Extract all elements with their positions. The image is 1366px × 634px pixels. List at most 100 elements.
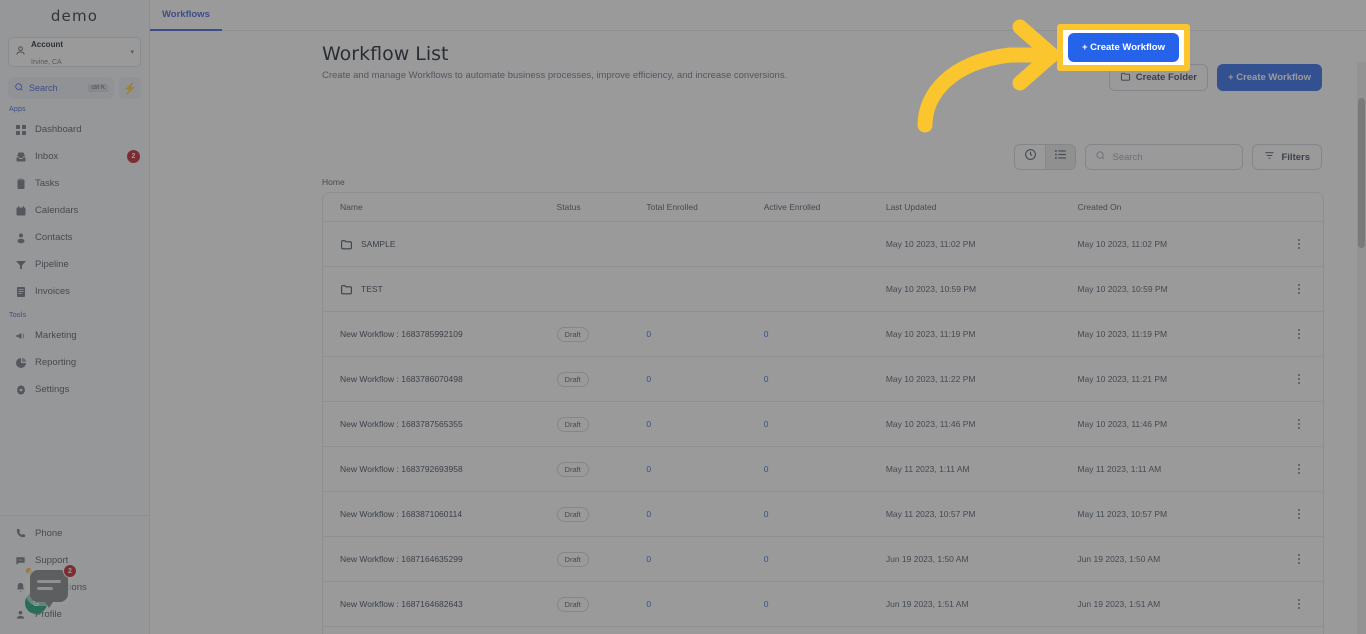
cell-row-menu[interactable] xyxy=(1275,446,1323,492)
sidebar-item-phone[interactable]: Phone xyxy=(0,520,149,547)
cell-active-enrolled: 0 xyxy=(763,401,886,447)
sidebar-search-input[interactable]: Search ctrl K xyxy=(8,77,114,99)
enrolled-count-link[interactable]: 0 xyxy=(764,464,769,474)
sidebar-item-reporting[interactable]: Reporting xyxy=(0,349,149,376)
more-options-icon[interactable] xyxy=(1275,554,1323,564)
more-options-icon[interactable] xyxy=(1275,374,1323,384)
enrolled-count-link[interactable]: 0 xyxy=(764,554,769,564)
more-options-icon[interactable] xyxy=(1275,509,1323,519)
cell-row-menu[interactable] xyxy=(1275,536,1323,582)
cell-total-enrolled xyxy=(646,266,764,312)
table-row[interactable]: New Workflow : 1683787565355 Draft 0 0 May 1… xyxy=(323,401,1323,447)
sidebar-item-label: Dashboard xyxy=(35,124,82,135)
table-row[interactable]: New Workflow : 1683792693958 Draft 0 0 May 1… xyxy=(323,446,1323,492)
cell-name[interactable]: TEST xyxy=(323,266,557,312)
table-row[interactable]: New Workflow : 1683786070498 Draft 0 0 May 1… xyxy=(323,356,1323,402)
cell-name[interactable]: New Workflow : 1687164635299 xyxy=(323,536,557,582)
app-root: demo Account Irvine, CA ▾ Search ctrl K … xyxy=(0,0,1366,634)
row-name-label: New Workflow : 1687164682643 xyxy=(340,599,463,609)
cell-row-menu[interactable] xyxy=(1275,356,1323,402)
breadcrumb[interactable]: Home xyxy=(322,177,345,187)
date-label: May 10 2023, 10:59 PM xyxy=(885,284,977,294)
cell-name[interactable]: New Workflow : 1687745478138 xyxy=(323,627,557,634)
enrolled-count-link[interactable]: 0 xyxy=(764,599,769,609)
sidebar-item-invoices[interactable]: Invoices xyxy=(0,278,149,305)
cell-row-menu[interactable] xyxy=(1275,266,1323,312)
scrollbar-thumb[interactable] xyxy=(1358,98,1365,248)
sidebar-item-settings[interactable]: Settings xyxy=(0,376,149,403)
enrolled-count-link[interactable]: 0 xyxy=(764,509,769,519)
table-row[interactable]: New Workflow : 1687164682643 Draft 0 0 Jun 1… xyxy=(323,581,1323,627)
cell-row-menu[interactable] xyxy=(1275,221,1323,267)
account-selector[interactable]: Account Irvine, CA ▾ xyxy=(8,37,141,67)
cell-row-menu[interactable] xyxy=(1275,401,1323,447)
table-row[interactable]: New Workflow : 1683871060114 Draft 0 0 May 1… xyxy=(323,491,1323,537)
table-row[interactable]: TEST May 10 2023, 10:59 PM May 10 2023, 10… xyxy=(323,266,1323,312)
sidebar-item-calendars[interactable]: Calendars xyxy=(0,197,149,224)
sidebar-item-marketing[interactable]: Marketing xyxy=(0,322,149,349)
more-options-icon[interactable] xyxy=(1275,239,1323,249)
dashboard-icon xyxy=(14,123,27,136)
create-workflow-button[interactable]: + Create Workflow xyxy=(1217,64,1322,91)
more-options-icon[interactable] xyxy=(1275,329,1323,339)
column-header-status: Status xyxy=(556,193,647,222)
date-label: Jun 19 2023, 1:50 AM xyxy=(885,554,969,564)
enrolled-count-link[interactable]: 0 xyxy=(764,374,769,384)
cell-row-menu[interactable] xyxy=(1275,581,1323,627)
enrolled-count-link[interactable]: 0 xyxy=(646,599,651,609)
table-row[interactable]: New Workflow : 1687745478138Draft00Jun 2… xyxy=(323,627,1323,634)
cell-name[interactable]: New Workflow : 1683792693958 xyxy=(323,446,557,492)
cell-created-on: May 11 2023, 10:57 PM xyxy=(1077,491,1276,537)
cell-name[interactable]: New Workflow : 1683871060114 xyxy=(323,491,557,537)
enrolled-count-link[interactable]: 0 xyxy=(764,329,769,339)
sidebar-item-profile[interactable]: Profile xyxy=(0,601,149,628)
enrolled-count-link[interactable]: 0 xyxy=(646,464,651,474)
date-label: May 10 2023, 11:21 PM xyxy=(1077,374,1168,384)
megaphone-icon xyxy=(14,329,27,342)
list-view-button[interactable] xyxy=(1045,145,1076,169)
quick-actions-button[interactable]: ⚡ xyxy=(119,77,141,99)
more-options-icon[interactable] xyxy=(1275,464,1323,474)
cell-name[interactable]: SAMPLE xyxy=(323,221,557,267)
chart-pie-icon xyxy=(14,356,27,369)
table-row[interactable]: New Workflow : 1683785992109 Draft 0 0 May 1… xyxy=(323,311,1323,357)
sidebar-item-tasks[interactable]: Tasks xyxy=(0,170,149,197)
cell-row-menu[interactable] xyxy=(1275,627,1323,634)
chat-widget[interactable]: G 2 xyxy=(25,564,77,614)
table-row[interactable]: SAMPLE May 10 2023, 11:02 PM May 10 2023, … xyxy=(323,221,1323,267)
enrolled-count-link[interactable]: 0 xyxy=(646,509,651,519)
sidebar-item-contacts[interactable]: Contacts xyxy=(0,224,149,251)
list-search-input[interactable]: Search xyxy=(1085,144,1244,170)
history-view-button[interactable] xyxy=(1015,145,1045,169)
more-options-icon[interactable] xyxy=(1275,599,1323,609)
page-scrollbar[interactable] xyxy=(1357,62,1366,634)
filters-button[interactable]: Filters xyxy=(1252,144,1322,170)
search-icon xyxy=(1095,148,1106,166)
column-header-active-enrolled: Active Enrolled xyxy=(763,193,886,222)
cell-name[interactable]: New Workflow : 1683786070498 xyxy=(323,356,557,402)
sidebar-item-pipeline[interactable]: Pipeline xyxy=(0,251,149,278)
more-options-icon[interactable] xyxy=(1275,284,1323,294)
sidebar-search-row: Search ctrl K ⚡ xyxy=(8,77,141,99)
date-label: Jun 19 2023, 1:51 AM xyxy=(885,599,969,609)
cell-name[interactable]: New Workflow : 1687164682643 xyxy=(323,581,557,627)
cell-row-menu[interactable] xyxy=(1275,491,1323,537)
tab-workflows[interactable]: Workflows xyxy=(150,0,222,31)
enrolled-count-link[interactable]: 0 xyxy=(646,329,651,339)
table-row[interactable]: New Workflow : 1687164635299 Draft 0 0 Jun 1… xyxy=(323,536,1323,582)
create-folder-button[interactable]: Create Folder xyxy=(1108,64,1209,91)
sidebar-item-dashboard[interactable]: Dashboard xyxy=(0,116,149,143)
cell-name[interactable]: New Workflow : 1683785992109 xyxy=(323,311,557,357)
cell-row-menu[interactable] xyxy=(1275,311,1323,357)
enrolled-count-link[interactable]: 0 xyxy=(764,419,769,429)
enrolled-count-link[interactable]: 0 xyxy=(646,374,651,384)
cell-name[interactable]: New Workflow : 1683787565355 xyxy=(323,401,557,447)
sidebar-item-inbox[interactable]: Inbox 2 xyxy=(0,143,149,170)
cell-active-enrolled xyxy=(763,221,886,267)
more-options-icon[interactable] xyxy=(1275,419,1323,429)
sidebar-item-notifications[interactable]: Notifications xyxy=(0,574,149,601)
enrolled-count-link[interactable]: 0 xyxy=(646,554,651,564)
cell-last-updated: Jun 19 2023, 1:51 AM xyxy=(885,581,1078,627)
chat-line-1 xyxy=(37,580,61,583)
enrolled-count-link[interactable]: 0 xyxy=(646,419,651,429)
